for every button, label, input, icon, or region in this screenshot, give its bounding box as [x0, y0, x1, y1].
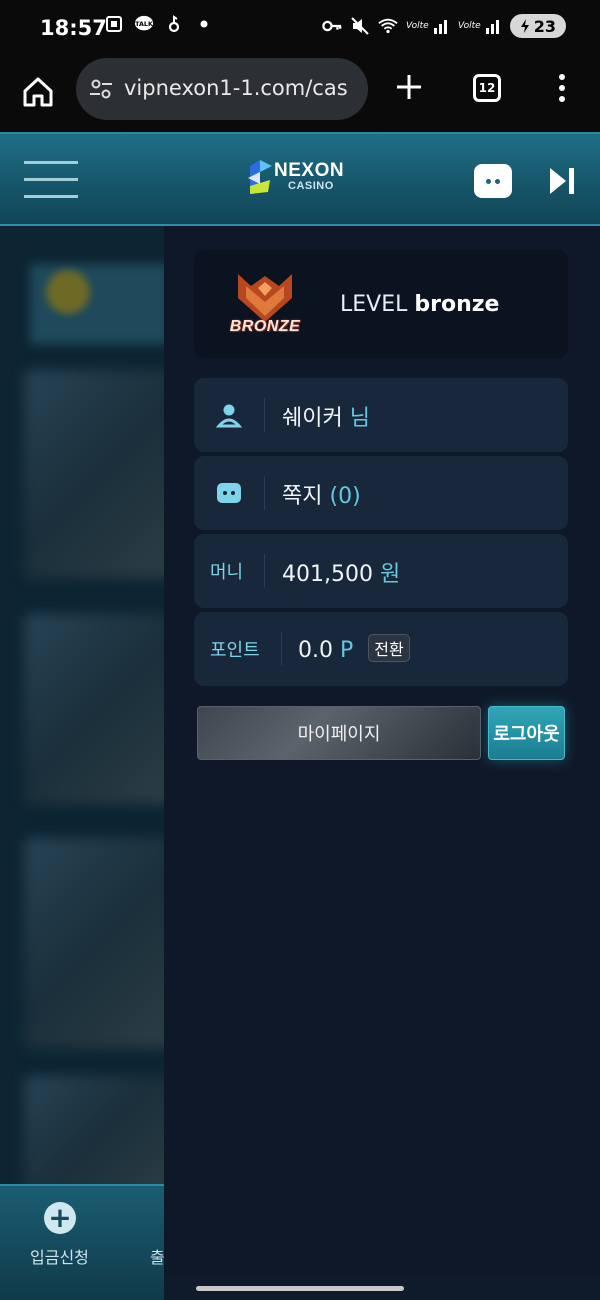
- battery-level: 23: [533, 16, 556, 36]
- url-text[interactable]: vipnexon1-1.com/cas: [124, 76, 360, 100]
- hamburger-line: [24, 178, 78, 181]
- notification-icon: [164, 14, 184, 34]
- background-game-card: [24, 614, 164, 804]
- money-amount: 401,500: [282, 562, 373, 587]
- svg-text:Volte: Volte: [458, 21, 481, 31]
- messages-count: (0): [329, 484, 361, 509]
- background-game-card: [24, 1076, 164, 1196]
- mypage-button[interactable]: 마이페이지: [197, 706, 481, 760]
- money-value: 401,500 원: [282, 556, 400, 588]
- bronze-badge: BRONZE: [224, 272, 306, 342]
- user-name: 쉐이커 님: [282, 400, 370, 432]
- status-time: 18:57: [40, 16, 107, 40]
- row-divider: [264, 476, 265, 510]
- tab-count: 12: [478, 81, 496, 95]
- row-divider: [264, 398, 265, 432]
- background-game-card: [24, 838, 164, 1048]
- level-text: LEVEL bronze: [340, 292, 499, 317]
- plus-icon: [397, 75, 421, 99]
- key-icon: [321, 16, 342, 36]
- site-header: NEXON CASINO: [0, 132, 600, 226]
- badge-label: BRONZE: [229, 318, 301, 335]
- svg-text:Volte: Volte: [406, 21, 429, 31]
- tab-switcher-button[interactable]: 12: [473, 74, 501, 102]
- message-icon[interactable]: [474, 164, 512, 198]
- user-suffix: 님: [349, 406, 370, 431]
- dot-icon: [194, 14, 214, 34]
- battery-icon: 23: [509, 14, 566, 38]
- mute-icon: [350, 16, 370, 36]
- svg-text:TALK: TALK: [135, 21, 154, 28]
- money-row: 머니 401,500 원: [194, 534, 568, 608]
- more-options-button[interactable]: [552, 72, 572, 104]
- level-value: bronze: [414, 292, 500, 317]
- messages-value: 쪽지 (0): [282, 478, 361, 510]
- wifi-icon: [378, 16, 398, 36]
- row-divider: [281, 632, 282, 666]
- messages-label: 쪽지: [282, 484, 323, 509]
- user-side-panel: BRONZE LEVEL bronze 쉐이커 님 쪽지 (0) 머니 401,…: [164, 226, 600, 1276]
- user-row: 쉐이커 님: [194, 378, 568, 452]
- more-vertical-icon: [559, 74, 565, 102]
- kakaotalk-icon: TALK: [134, 14, 154, 34]
- hamburger-line: [24, 195, 78, 198]
- withdraw-nav-item[interactable]: 출: [150, 1244, 165, 1268]
- home-icon: [23, 77, 53, 107]
- status-left-icons: TALK: [104, 14, 214, 34]
- points-label: 포인트: [210, 640, 260, 661]
- points-row: 포인트 0.0 P 전환: [194, 612, 568, 686]
- status-bar: 18:57 TALK Volte Volte 23: [0, 0, 600, 58]
- money-label: 머니: [210, 562, 244, 583]
- menu-button[interactable]: [24, 161, 78, 199]
- convert-button[interactable]: 전환: [368, 634, 410, 662]
- level-prefix: LEVEL: [340, 292, 408, 317]
- points-amount: 0.0: [298, 638, 333, 663]
- logout-button[interactable]: 로그아웃: [488, 706, 565, 760]
- background-game-card: [24, 370, 164, 578]
- logo-title: NEXON: [274, 160, 345, 181]
- status-right-icons: Volte Volte 23: [321, 14, 566, 38]
- messages-row[interactable]: 쪽지 (0): [194, 456, 568, 530]
- site-logo[interactable]: NEXON CASINO: [246, 156, 356, 200]
- row-divider: [264, 554, 265, 588]
- deposit-nav-item[interactable]: 입금신청: [30, 1244, 89, 1268]
- user-icon: [215, 402, 243, 428]
- page-background-content: [0, 226, 164, 1300]
- home-button[interactable]: [20, 74, 56, 110]
- message-icon: [216, 480, 242, 506]
- volte-signal-icon: Volte: [458, 16, 502, 36]
- volte-signal-icon: Volte: [406, 16, 450, 36]
- points-unit: P: [340, 638, 354, 663]
- close-panel-icon[interactable]: [548, 166, 576, 196]
- hamburger-line: [24, 161, 78, 164]
- logo-subtitle: CASINO: [288, 180, 334, 192]
- money-unit: 원: [379, 562, 401, 587]
- browser-toolbar: vipnexon1-1.com/cas 12: [0, 58, 600, 132]
- site-settings-icon[interactable]: [88, 76, 114, 102]
- bottom-nav: + 입금신청 출: [0, 1184, 165, 1300]
- points-value: 0.0 P 전환: [298, 634, 410, 663]
- gesture-bar[interactable]: [196, 1286, 404, 1291]
- background-coin-icon: [46, 270, 90, 314]
- address-bar[interactable]: vipnexon1-1.com/cas: [76, 58, 368, 120]
- user-name-text: 쉐이커: [282, 406, 343, 431]
- screenshot-icon: [104, 14, 124, 34]
- level-card: BRONZE LEVEL bronze: [194, 250, 568, 358]
- logo-cube-icon: [248, 160, 272, 194]
- new-tab-button[interactable]: [394, 72, 424, 102]
- deposit-plus-icon[interactable]: +: [44, 1202, 76, 1234]
